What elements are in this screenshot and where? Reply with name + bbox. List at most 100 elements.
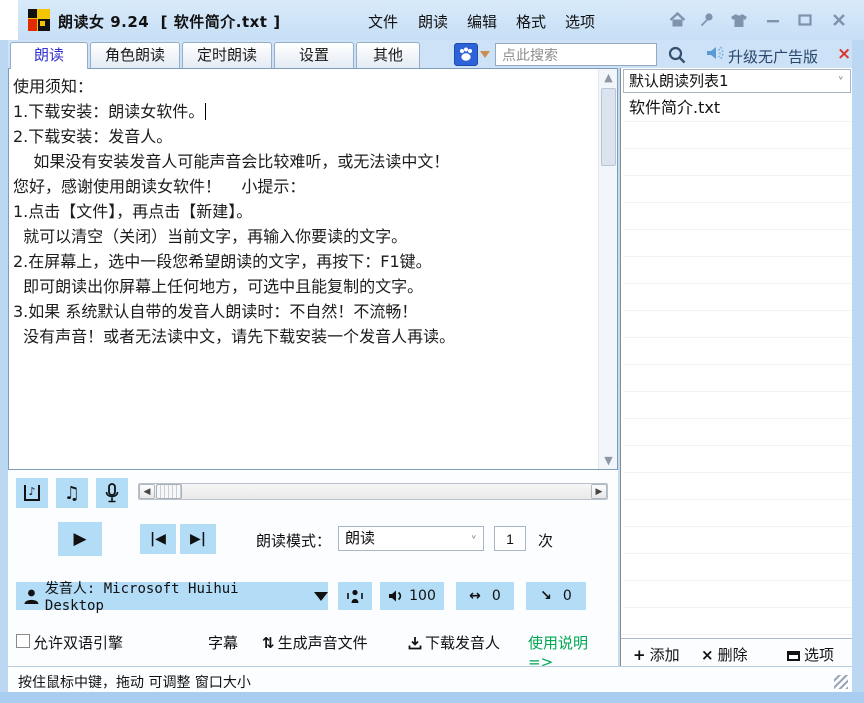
playlist-item[interactable] bbox=[623, 392, 851, 419]
menu-file[interactable]: 文件 bbox=[368, 11, 398, 32]
editor-scrollbar[interactable]: ▲ ▼ bbox=[598, 69, 617, 469]
music-note-button[interactable]: ♫ bbox=[56, 478, 88, 508]
voice-test-button[interactable] bbox=[338, 582, 372, 610]
chevron-down-icon: ˅ bbox=[470, 535, 478, 550]
playlist-item[interactable] bbox=[623, 230, 851, 257]
speed-button[interactable]: ↔ 0 bbox=[456, 582, 514, 610]
editor-line: 您好，感谢使用朗读女软件！ 小提示： bbox=[13, 177, 306, 196]
scrollbar-thumb[interactable] bbox=[601, 88, 616, 166]
slider-left-icon[interactable]: ◀ bbox=[139, 484, 155, 499]
pitch-icon: ↘ bbox=[540, 588, 552, 604]
scroll-up-icon[interactable]: ▲ bbox=[599, 69, 618, 86]
playlist-item[interactable] bbox=[623, 149, 851, 176]
bilingual-checkbox[interactable] bbox=[16, 634, 30, 648]
pin-icon[interactable] bbox=[696, 11, 718, 29]
playlist-item[interactable] bbox=[623, 284, 851, 311]
window-frame-right bbox=[852, 40, 864, 692]
upgrade-no-ads-link[interactable]: 升级无广告版 bbox=[728, 46, 818, 67]
tab-settings[interactable]: 设置 bbox=[274, 42, 354, 68]
slider-right-icon[interactable]: ▶ bbox=[591, 484, 607, 499]
microphone-button[interactable] bbox=[96, 478, 128, 508]
playlist-item[interactable] bbox=[623, 554, 851, 581]
editor-content[interactable]: 使用须知： 1.下载安装：朗读女软件。 2.下载安装：发音人。 如果没有安装发音人可… bbox=[13, 74, 595, 349]
note-icon: ♫ bbox=[63, 482, 81, 504]
playlist-item[interactable] bbox=[623, 122, 851, 149]
maximize-icon[interactable] bbox=[794, 11, 816, 29]
menu-read[interactable]: 朗读 bbox=[418, 11, 448, 32]
background-music-button[interactable]: ♪ bbox=[16, 478, 48, 508]
search-icon[interactable] bbox=[664, 42, 690, 67]
read-mode-select[interactable]: 朗读 ˅ bbox=[338, 526, 484, 551]
scroll-down-icon[interactable]: ▼ bbox=[599, 452, 618, 469]
editor-line: 1.点击【文件】，再点击【新建】。 bbox=[13, 202, 253, 221]
next-button[interactable]: ▶| bbox=[180, 524, 216, 554]
bottom-links-row: 允许双语引擎 字幕 ⇅ 生成声音文件 下载发音人 使用说明 => bbox=[16, 632, 616, 671]
editor-line: 使用须知： bbox=[13, 77, 94, 96]
add-button[interactable]: + 添加 bbox=[633, 644, 680, 665]
playlist-item[interactable]: 软件简介.txt bbox=[623, 95, 851, 122]
editor-line: 2.在屏幕上，选中一段您希望朗读的文字，再按下：F1键。 bbox=[13, 252, 432, 271]
tab-timed-read[interactable]: 定时朗读 bbox=[182, 42, 272, 68]
subtitle-link[interactable]: 字幕 bbox=[208, 632, 238, 653]
minimize-icon[interactable] bbox=[762, 11, 784, 29]
playlist-item[interactable] bbox=[623, 419, 851, 446]
resize-grip-icon[interactable] bbox=[834, 675, 848, 689]
playlist-item[interactable] bbox=[623, 581, 851, 608]
volume-button[interactable]: 100 bbox=[380, 582, 444, 610]
app-logo-icon bbox=[28, 9, 50, 31]
playlist-item[interactable] bbox=[623, 500, 851, 527]
playlist-item[interactable] bbox=[623, 203, 851, 230]
editor-line: 没有声音！或者无法读中文，请先下载安装一个发音人再读。 bbox=[13, 327, 456, 346]
status-text: 按住鼠标中键，拖动 可调整 窗口大小 bbox=[18, 675, 251, 691]
tab-other[interactable]: 其他 bbox=[356, 42, 420, 68]
playlist-item[interactable] bbox=[623, 311, 851, 338]
playlist-item[interactable] bbox=[623, 473, 851, 500]
upgrade-close-icon[interactable]: × bbox=[837, 44, 851, 64]
playlist-item[interactable] bbox=[623, 527, 851, 554]
editor-line: 2.下载安装：发音人。 bbox=[13, 127, 173, 146]
options-button[interactable]: 选项 bbox=[787, 644, 834, 665]
mic-icon bbox=[105, 483, 119, 503]
skin-icon[interactable] bbox=[728, 11, 750, 29]
slider-thumb[interactable] bbox=[156, 484, 182, 499]
play-button[interactable]: ▶ bbox=[58, 522, 102, 556]
editor-line: 如果没有安装发音人可能声音会比较难听，或无法读中文！ bbox=[13, 152, 450, 171]
playlist-item[interactable] bbox=[623, 176, 851, 203]
volume-icon bbox=[389, 590, 402, 602]
editor-line: 即可朗读出你屏幕上任何地方，可选中且能复制的文字。 bbox=[13, 277, 424, 296]
playlist-select[interactable]: 默认朗读列表1 ˅ bbox=[623, 69, 851, 93]
text-caret bbox=[205, 103, 207, 120]
playlist-item[interactable] bbox=[623, 338, 851, 365]
home-icon[interactable] bbox=[666, 11, 688, 29]
close-icon[interactable] bbox=[828, 11, 850, 29]
text-editor[interactable]: 使用须知： 1.下载安装：朗读女软件。 2.下载安装：发音人。 如果没有安装发音人可… bbox=[8, 68, 618, 470]
export-audio-link[interactable]: ⇅ 生成声音文件 bbox=[262, 632, 368, 653]
playlist-select-value: 默认朗读列表1 bbox=[629, 72, 729, 90]
pitch-button[interactable]: ↘ 0 bbox=[526, 582, 586, 610]
volume-value: 100 bbox=[409, 588, 436, 604]
playlist-item[interactable] bbox=[623, 608, 851, 635]
playlist-item[interactable] bbox=[623, 257, 851, 284]
playlist-item[interactable] bbox=[623, 446, 851, 473]
search-input[interactable] bbox=[495, 43, 657, 66]
paw-dropdown-icon[interactable] bbox=[480, 51, 490, 58]
menu-options[interactable]: 选项 bbox=[565, 11, 595, 32]
previous-button[interactable]: |◀ bbox=[140, 524, 176, 554]
progress-slider[interactable]: ◀ ▶ bbox=[138, 483, 608, 500]
person-icon bbox=[24, 589, 39, 604]
tab-role-read[interactable]: 角色朗读 bbox=[90, 42, 180, 68]
voice-select-button[interactable]: 发音人: Microsoft Huihui Desktop bbox=[16, 581, 328, 614]
tab-read[interactable]: 朗读 bbox=[10, 42, 88, 69]
delete-button[interactable]: × 删除 bbox=[701, 644, 748, 665]
cycle-icon: ⇅ bbox=[262, 634, 275, 652]
download-voice-link[interactable]: 下载发音人 bbox=[408, 632, 500, 653]
window-rect-icon bbox=[787, 651, 800, 661]
playlist-item[interactable] bbox=[623, 365, 851, 392]
repeat-count-input[interactable] bbox=[494, 526, 526, 551]
menu-edit[interactable]: 编辑 bbox=[467, 11, 497, 32]
menu-format[interactable]: 格式 bbox=[516, 11, 546, 32]
paw-search-icon[interactable] bbox=[454, 43, 478, 66]
playlist-panel: 默认朗读列表1 ˅ 软件简介.txt + 添加 × 删除 选项 bbox=[620, 68, 853, 666]
playlist-list[interactable]: 软件简介.txt bbox=[623, 95, 851, 638]
speaking-person-icon bbox=[347, 589, 363, 603]
